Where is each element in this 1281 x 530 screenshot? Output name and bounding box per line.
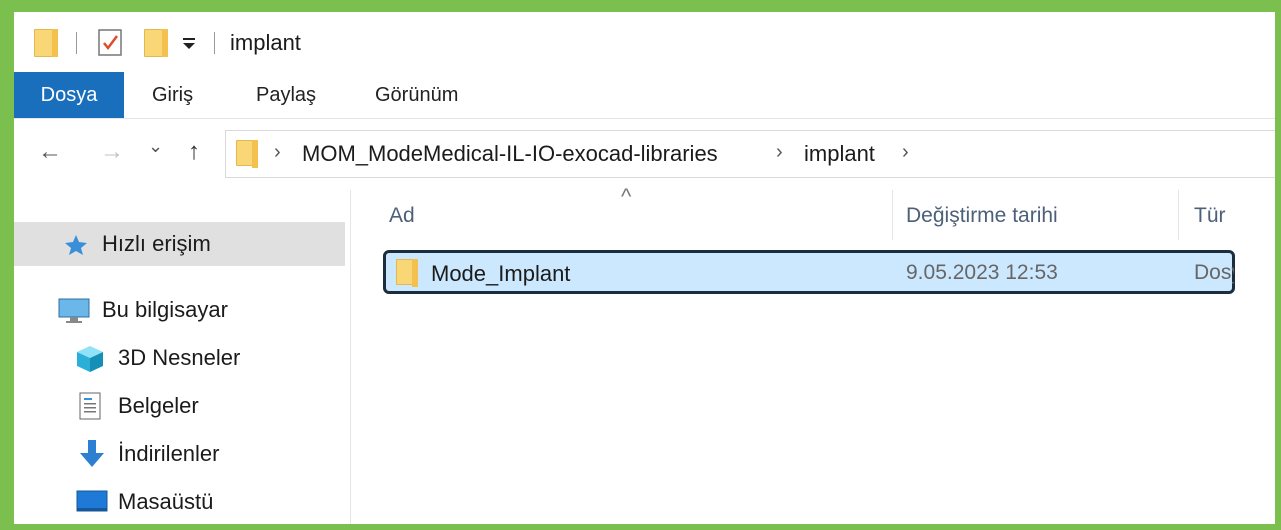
computer-icon — [58, 298, 90, 323]
properties-icon[interactable] — [98, 27, 124, 57]
column-header-type[interactable]: Tür — [1194, 204, 1226, 228]
sidebar-item-label: Hızlı erişim — [102, 231, 211, 256]
sort-ascending-icon: ^ — [621, 184, 632, 209]
column-header-name[interactable]: Ad — [389, 204, 415, 228]
file-list: ^ Ad Değiştirme tarihi Tür Mode_Implant … — [351, 184, 1281, 524]
sidebar-item-downloads[interactable]: İndirilenler — [14, 432, 345, 476]
sidebar-item-label: İndirilenler — [118, 441, 220, 466]
sidebar-item-label: Belgeler — [118, 393, 199, 418]
chevron-right-icon[interactable]: › — [776, 141, 783, 164]
sidebar-item-3d-objects[interactable]: 3D Nesneler — [14, 336, 345, 380]
document-icon — [79, 392, 101, 420]
cube-icon — [77, 346, 103, 372]
tab-view[interactable]: Görünüm — [375, 72, 458, 118]
file-name: Mode_Implant — [431, 261, 571, 286]
tab-file[interactable]: Dosya — [14, 72, 124, 118]
sidebar-item-documents[interactable]: Belgeler — [14, 384, 345, 428]
folder-icon — [34, 29, 58, 57]
explorer-window: implant Dosya Giriş Paylaş Görünüm ← → ⌄… — [14, 12, 1281, 524]
download-arrow-icon — [80, 440, 104, 467]
chevron-right-icon[interactable]: › — [274, 141, 281, 164]
tab-share[interactable]: Paylaş — [256, 72, 316, 118]
column-divider[interactable] — [892, 190, 893, 240]
navigation-bar: ← → ⌄ ↑ › MOM_ModeMedical-IL-IO-exocad-l… — [14, 118, 1281, 190]
file-type: Dosya klasörü — [1194, 261, 1234, 284]
sidebar-item-label: Masaüstü — [118, 489, 214, 514]
customize-toolbar-icon[interactable] — [182, 37, 198, 51]
up-button[interactable]: ↑ — [188, 138, 200, 166]
title-bar: implant — [14, 12, 1281, 72]
column-divider[interactable] — [1178, 190, 1179, 240]
folder-icon — [236, 140, 258, 168]
file-date-modified: 9.05.2023 12:53 — [906, 261, 1058, 284]
desktop-icon — [76, 490, 108, 512]
folder-icon — [396, 259, 418, 287]
separator — [76, 32, 77, 54]
separator — [214, 32, 215, 54]
sidebar-item-label: Bu bilgisayar — [102, 297, 228, 322]
address-bar[interactable]: › MOM_ModeMedical-IL-IO-exocad-libraries… — [225, 130, 1281, 178]
new-folder-icon[interactable] — [144, 29, 168, 57]
chevron-right-icon[interactable]: › — [902, 141, 909, 164]
tab-home[interactable]: Giriş — [152, 72, 193, 118]
star-icon — [65, 235, 87, 255]
recent-locations-button[interactable]: ⌄ — [148, 136, 163, 157]
back-button[interactable]: ← — [38, 138, 62, 166]
column-header-date-modified[interactable]: Değiştirme tarihi — [906, 204, 1058, 228]
breadcrumb-item[interactable]: implant — [804, 141, 875, 167]
sidebar-item-label: 3D Nesneler — [118, 345, 241, 370]
navigation-pane: Hızlı erişim Bu bilgisayar 3D Nesneler B… — [14, 190, 351, 524]
frame-edge — [1275, 12, 1281, 524]
table-row[interactable]: Mode_Implant 9.05.2023 12:53 Dosya klasö… — [383, 250, 1235, 294]
sidebar-item-this-pc[interactable]: Bu bilgisayar — [14, 288, 345, 332]
sidebar-item-quick-access[interactable]: Hızlı erişim — [14, 222, 345, 266]
breadcrumb-item[interactable]: MOM_ModeMedical-IL-IO-exocad-libraries — [302, 141, 718, 167]
sidebar-item-desktop[interactable]: Masaüstü — [14, 480, 345, 524]
forward-button[interactable]: → — [100, 138, 124, 166]
window-title: implant — [230, 30, 301, 55]
ribbon: Dosya Giriş Paylaş Görünüm — [14, 72, 1281, 119]
